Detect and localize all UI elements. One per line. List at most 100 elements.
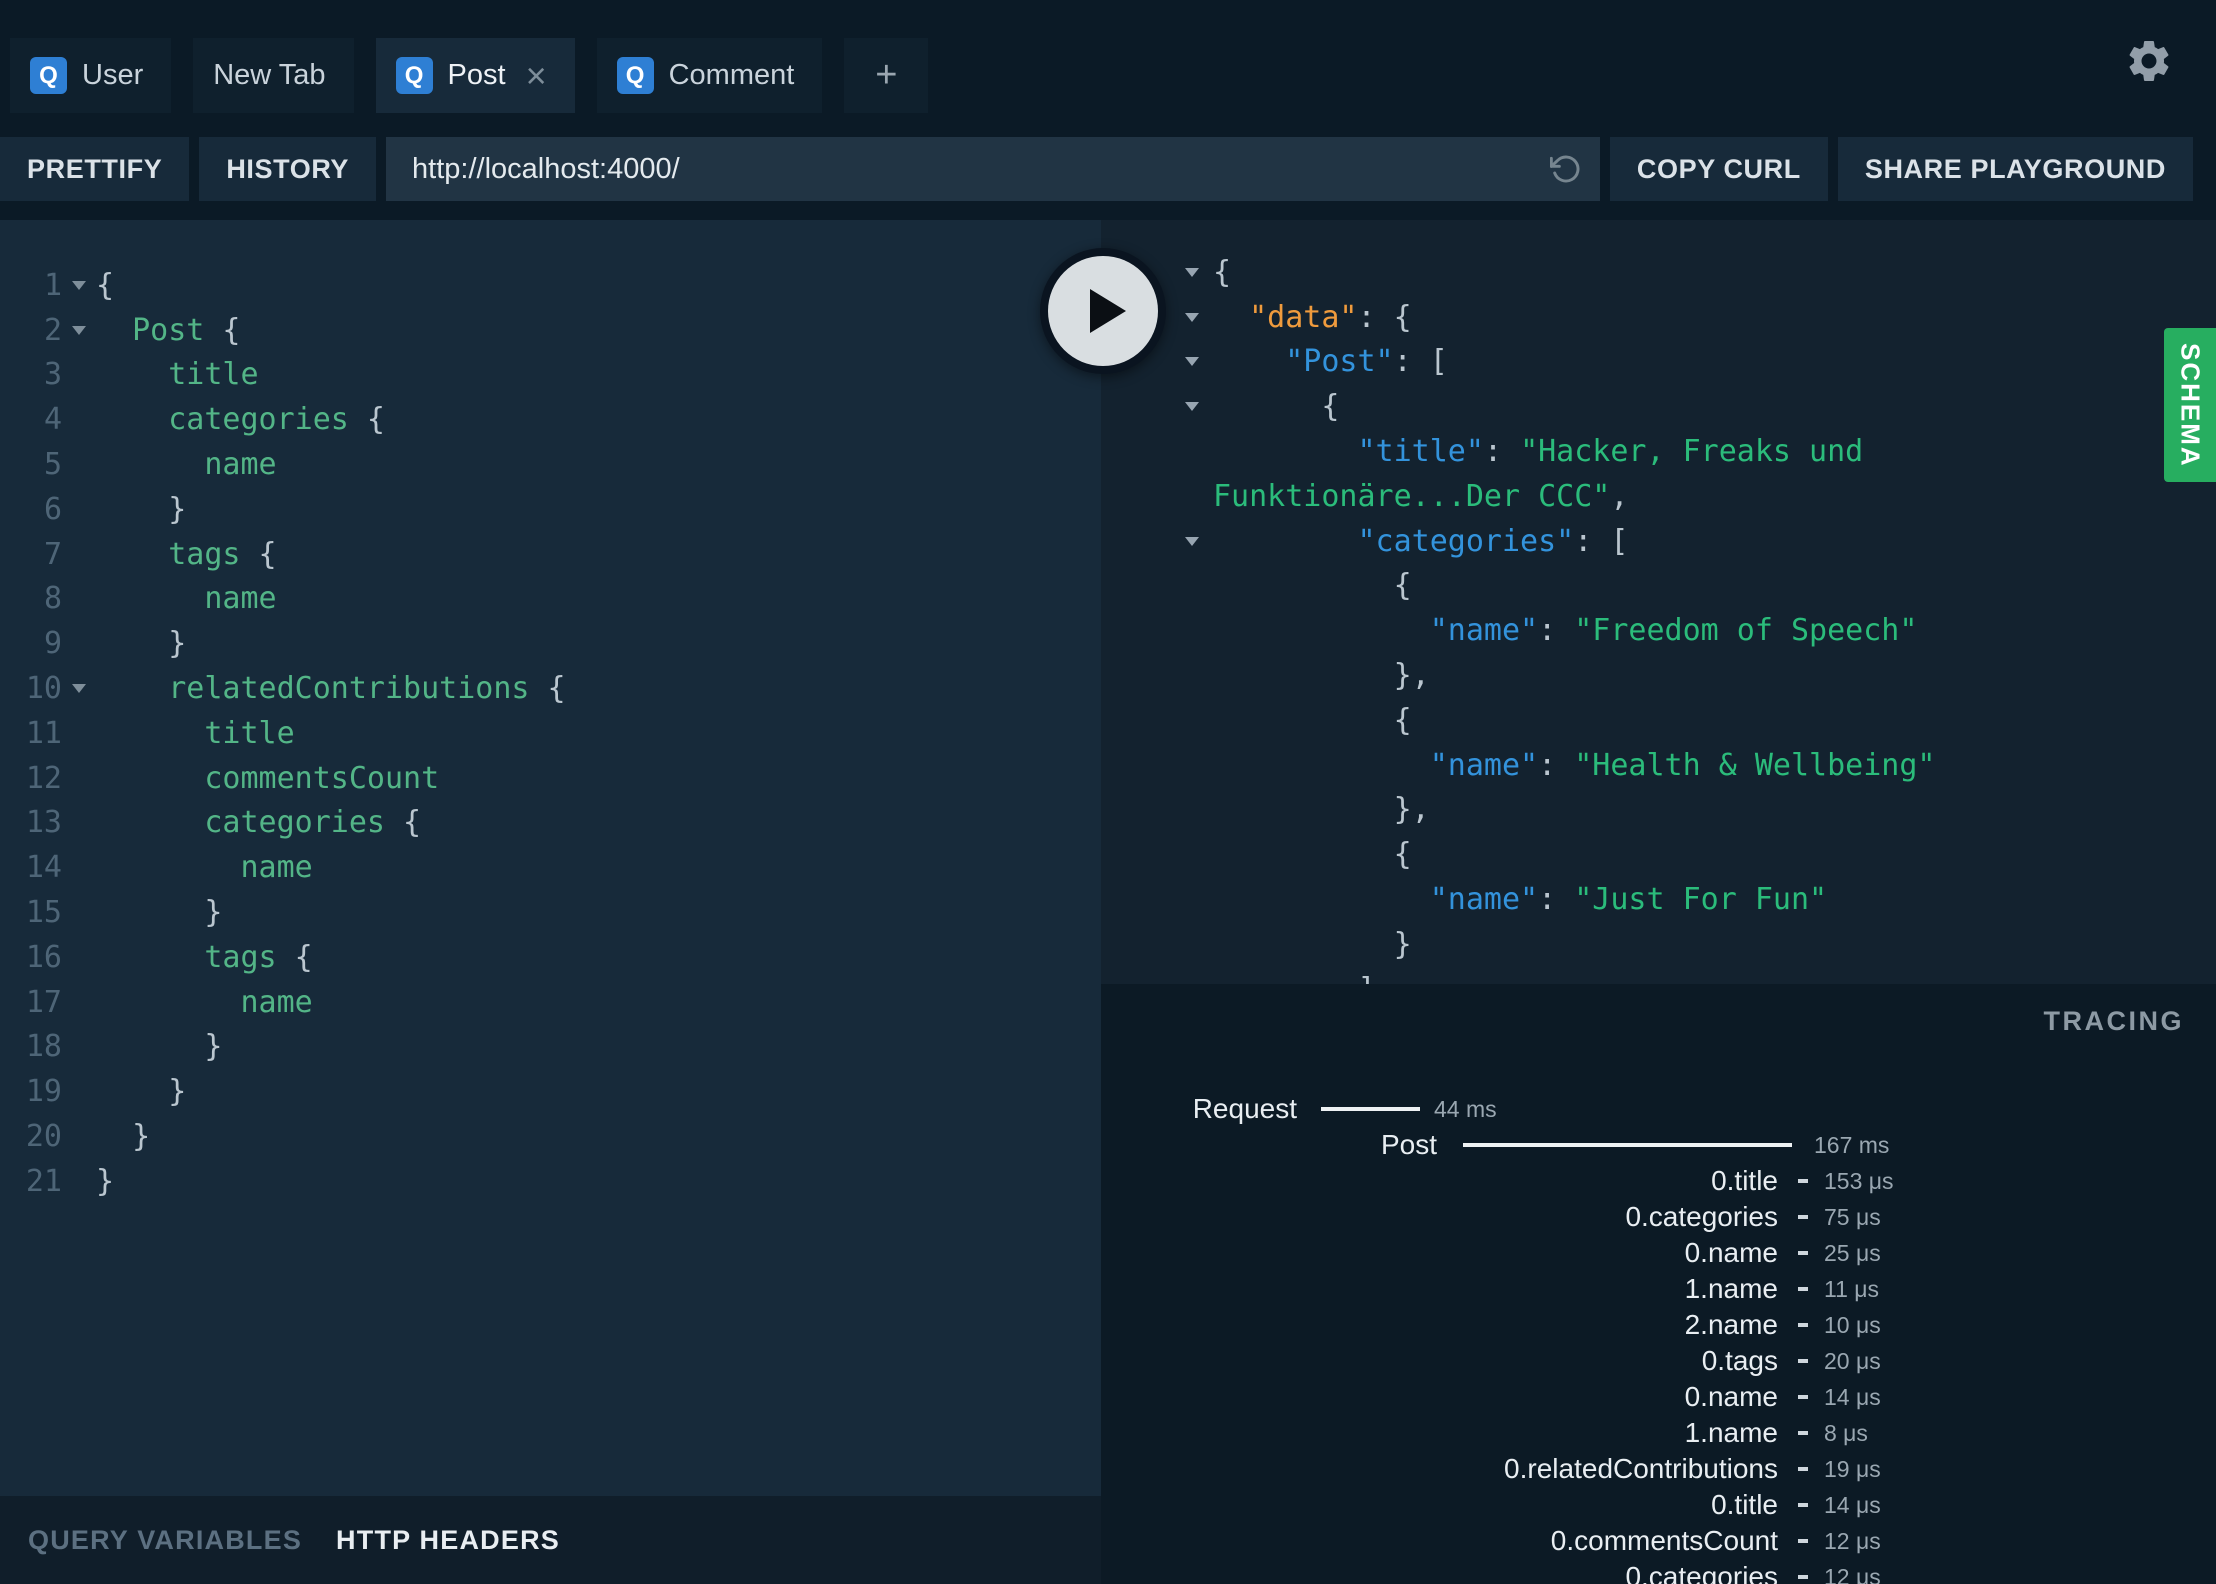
trace-tick [1798,1251,1808,1255]
settings-button[interactable] [2124,36,2174,86]
tab-comment[interactable]: Q Comment [596,38,823,113]
line-number: 11 [25,715,62,751]
reload-icon[interactable] [1549,153,1582,185]
trace-duration: 167 ms [1814,1131,1890,1158]
share-playground-button[interactable]: SHARE PLAYGROUND [1837,137,2193,201]
fold-column[interactable] [62,684,96,694]
fold-down-icon[interactable] [1185,402,1199,412]
trace-field-row: 0.title 153 μs [1101,1163,2216,1199]
endpoint-input[interactable] [386,137,1600,201]
query-line[interactable]: 4 categories { [0,397,1101,442]
new-tab-button[interactable]: + [844,38,929,113]
tab-post[interactable]: Q Post × [375,38,575,113]
trace-duration: 12 μs [1824,1527,1881,1554]
fold-column[interactable] [1101,536,1213,546]
query-code: tags { [204,939,313,975]
query-line[interactable]: 13 categories { [0,801,1101,846]
query-line[interactable]: 8 name [0,577,1101,622]
query-line[interactable]: 12 commentsCount [0,756,1101,801]
query-code: } [96,626,187,662]
query-line[interactable]: 9 } [0,621,1101,666]
query-line[interactable]: 5 name [0,442,1101,487]
query-line[interactable]: 16 tags { [0,935,1101,980]
close-tab-icon[interactable]: × [526,57,547,94]
query-line[interactable]: 10 relatedContributions { [0,666,1101,711]
trace-field-row: 1.name 11 μs [1101,1271,2216,1307]
fold-column[interactable] [1101,402,1213,412]
fold-down-icon[interactable] [72,325,86,335]
fold-down-icon[interactable] [72,684,86,694]
history-button[interactable]: HISTORY [199,137,377,201]
trace-duration: 14 μs [1824,1383,1881,1410]
execute-button[interactable] [1040,248,1166,374]
query-line[interactable]: 2 Post { [0,308,1101,353]
query-line[interactable]: 15 } [0,890,1101,935]
trace-span-row: Request 44 ms [1101,1091,2216,1127]
trace-tick [1798,1359,1808,1363]
query-code: } [96,1074,187,1110]
trace-field-row: 0.categories 75 μs [1101,1199,2216,1235]
fold-down-icon[interactable] [72,280,86,290]
query-line[interactable]: 20 } [0,1114,1101,1159]
copy-curl-button[interactable]: COPY CURL [1609,137,1828,201]
prettify-button[interactable]: PRETTIFY [0,137,190,201]
query-line[interactable]: 6 } [0,487,1101,532]
query-line[interactable]: 18 } [0,1025,1101,1070]
trace-label: Request [1192,1093,1297,1124]
trace-field-path: 0.commentsCount [1550,1525,1778,1556]
response-line: { [1101,250,2216,295]
query-code: title [168,357,259,393]
query-line[interactable]: 3 title [0,353,1101,398]
schema-tab[interactable]: SCHEMA [2164,328,2216,482]
query-code: commentsCount [204,760,440,796]
response-code: ] [1213,972,1375,984]
line-number: 10 [25,671,62,707]
fold-column[interactable] [62,325,96,335]
response-code: "data": { [1249,299,1412,335]
query-code: name [240,850,313,886]
trace-field-row: 0.relatedContributions 19 μs [1101,1451,2216,1487]
trace-field-path: 0.title [1711,1165,1778,1196]
query-code: categories { [204,805,422,841]
http-headers-tab[interactable]: HTTP HEADERS [336,1525,560,1556]
fold-down-icon[interactable] [1185,357,1199,367]
trace-field-path: 0.categories [1625,1561,1778,1584]
trace-tick [1798,1467,1808,1471]
query-line[interactable]: 11 title [0,711,1101,756]
trace-field-path: 0.name [1684,1237,1778,1268]
fold-column[interactable] [62,280,96,290]
response-line: "categories": [ [1101,519,2216,564]
query-code: name [204,581,277,617]
query-line[interactable]: 17 name [0,980,1101,1025]
query-line[interactable]: 7 tags { [0,532,1101,577]
fold-down-icon[interactable] [1185,536,1199,546]
line-number: 1 [43,267,62,303]
query-line[interactable]: 14 name [0,845,1101,890]
trace-field-row: 0.title 14 μs [1101,1487,2216,1523]
query-line[interactable]: 1{ [0,263,1101,308]
trace-tick [1798,1575,1808,1579]
fold-down-icon[interactable] [1185,267,1199,277]
response-code: }, [1213,792,1430,828]
response-code: "name": "Just For Fun" [1429,882,1828,918]
fold-down-icon[interactable] [1185,312,1199,322]
query-line[interactable]: 19 } [0,1069,1101,1114]
endpoint-bar [386,137,1600,201]
tab-new-tab[interactable]: New Tab [193,38,354,113]
query-editor-pane[interactable]: 1{2 Post {3 title 4 categories {5 name 6 }… [0,220,1101,1496]
response-line: } [1101,922,2216,967]
query-line[interactable]: 21} [0,1159,1101,1204]
tab-user[interactable]: Q User [10,38,172,113]
query-variables-tab[interactable]: QUERY VARIABLES [28,1525,302,1556]
response-code: }, [1213,658,1430,694]
line-number: 9 [43,626,62,662]
line-number: 5 [43,447,62,483]
response-line: "Post": [ [1101,340,2216,385]
trace-tick [1798,1539,1808,1543]
response-line: { [1101,384,2216,429]
trace-field-row: 0.categories 12 μs [1101,1559,2216,1584]
response-line: { [1101,698,2216,743]
query-code: title [204,715,295,751]
response-line: Funktionäre...Der CCC", [1101,474,2216,519]
trace-tick [1798,1287,1808,1291]
